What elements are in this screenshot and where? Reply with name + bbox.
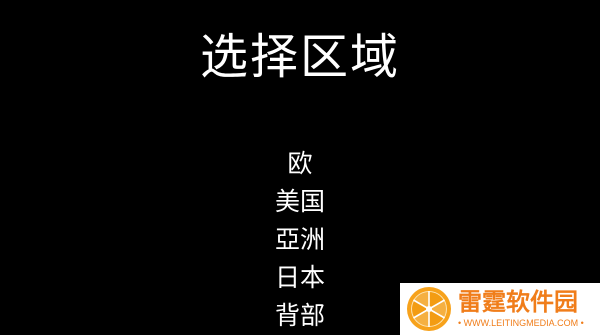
watermark: 雷霆软件园 • WWW.LEITINGMEDIA.COM •	[400, 283, 600, 335]
region-option-europe[interactable]: 欧	[0, 145, 600, 183]
region-option-asia[interactable]: 亞洲	[0, 221, 600, 259]
watermark-url: • WWW.LEITINGMEDIA.COM •	[458, 318, 584, 328]
orange-slice-logo-icon	[407, 287, 451, 331]
watermark-name: 雷霆软件园	[458, 288, 578, 316]
region-option-usa[interactable]: 美国	[0, 183, 600, 221]
screen-title: 选择区域	[199, 29, 400, 85]
